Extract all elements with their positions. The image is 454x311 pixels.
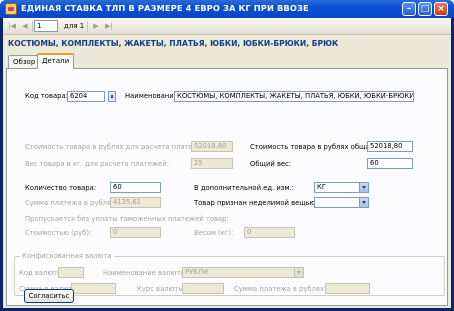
currency-group-title: Конфискованная валюта bbox=[20, 252, 114, 261]
nav-separator bbox=[87, 21, 88, 32]
record-position-input[interactable]: 1 bbox=[34, 20, 58, 32]
code-input[interactable]: 6204 bbox=[67, 91, 105, 102]
cost-total-input[interactable]: 52018,80 bbox=[367, 141, 413, 152]
exempt-label: Пропускается без уплаты таможенных плате… bbox=[25, 215, 229, 223]
extra-unit-select[interactable]: КГ bbox=[314, 182, 369, 193]
currency-rub-input bbox=[325, 283, 370, 294]
agree-button[interactable]: Согласитьс bbox=[24, 289, 74, 303]
weight-total-label: Общий вес: bbox=[250, 160, 292, 168]
close-icon[interactable]: × bbox=[434, 2, 448, 16]
currency-amount-input bbox=[71, 283, 116, 294]
client-area: |◀ ◀ 1 для 1 ▶ ▶| КОСТЮМЫ, КОМПЛЕКТЫ, ЖА… bbox=[3, 18, 451, 308]
minimize-icon[interactable]: – bbox=[402, 2, 416, 16]
prev-record-icon[interactable]: ◀ bbox=[19, 20, 31, 32]
extra-unit-value: КГ bbox=[317, 183, 326, 191]
exempt-cost-label: Стоимостью (руб): bbox=[25, 229, 92, 237]
lookup-icon[interactable] bbox=[108, 91, 116, 102]
chevron-down-icon[interactable] bbox=[359, 198, 368, 207]
cost-calc-input: 52018,80 bbox=[191, 141, 233, 152]
record-navigator: |◀ ◀ 1 для 1 ▶ ▶| bbox=[3, 18, 451, 35]
last-record-icon[interactable]: ▶| bbox=[103, 20, 115, 32]
qty-label: Количество товара: bbox=[25, 184, 97, 192]
payment-sum-label: Сумма платежа в рублях: bbox=[25, 199, 118, 207]
name-input[interactable]: КОСТЮМЫ, КОМПЛЕКТЫ, ЖАКЕТЫ, ПЛАТЬЯ, ЮБКИ… bbox=[174, 91, 414, 102]
currency-name-value: РУБЛИ bbox=[185, 268, 209, 276]
tab-overview[interactable]: Обзор bbox=[8, 55, 41, 68]
currency-name-select: РУБЛИ bbox=[182, 267, 304, 278]
next-record-icon[interactable]: ▶ bbox=[90, 20, 102, 32]
cost-total-label: Стоимость товара в рублях общая: bbox=[250, 143, 376, 151]
extra-unit-label: В дополнительной ед. изм.: bbox=[194, 184, 294, 192]
currency-name-label: Наименование валюты: bbox=[103, 269, 188, 277]
inseparable-label: Товар признан неделимой вещью: bbox=[194, 199, 318, 207]
details-panel: Код товара: 6204 Наименование: КОСТЮМЫ, … bbox=[6, 68, 448, 306]
maximize-icon[interactable]: □ bbox=[418, 2, 432, 16]
currency-code-input bbox=[58, 267, 84, 278]
currency-rub-label: Сумма платежа в рублях: bbox=[234, 285, 327, 293]
page-heading: КОСТЮМЫ, КОМПЛЕКТЫ, ЖАКЕТЫ, ПЛАТЬЯ, ЮБКИ… bbox=[8, 39, 339, 48]
app-icon bbox=[5, 3, 17, 15]
payment-sum-input: 4125,61 bbox=[110, 197, 161, 208]
exempt-cost-input: 0 bbox=[110, 227, 161, 238]
currency-rate-label: Курс валюты: bbox=[137, 285, 186, 293]
exempt-weight-input: 0 bbox=[244, 227, 295, 238]
title-bar[interactable]: ЕДИНАЯ СТАВКА ТЛП В РАЗМЕРЕ 4 ЕВРО ЗА КГ… bbox=[0, 0, 454, 18]
tab-details[interactable]: Детали bbox=[37, 53, 75, 69]
chevron-down-icon bbox=[294, 268, 303, 277]
first-record-icon[interactable]: |◀ bbox=[6, 20, 18, 32]
name-label: Наименование: bbox=[125, 92, 181, 100]
qty-input[interactable]: 60 bbox=[110, 182, 161, 193]
record-count-label: для 1 bbox=[64, 22, 85, 30]
weight-calc-input: 25 bbox=[191, 158, 233, 169]
code-label: Код товара: bbox=[25, 92, 68, 100]
app-window: ЕДИНАЯ СТАВКА ТЛП В РАЗМЕРЕ 4 ЕВРО ЗА КГ… bbox=[0, 0, 454, 311]
chevron-down-icon[interactable] bbox=[359, 183, 368, 192]
nav-separator bbox=[32, 21, 33, 32]
weight-total-input[interactable]: 60 bbox=[367, 158, 413, 169]
exempt-weight-label: Весом (кг): bbox=[194, 229, 234, 237]
inseparable-select[interactable] bbox=[314, 197, 369, 208]
window-title: ЕДИНАЯ СТАВКА ТЛП В РАЗМЕРЕ 4 ЕВРО ЗА КГ… bbox=[21, 3, 309, 13]
weight-calc-label: Вес товара в кг. для расчета платежей: bbox=[25, 160, 169, 168]
currency-rate-input bbox=[182, 283, 224, 294]
cost-calc-label: Стоимость товара в рублях для расчета пл… bbox=[25, 143, 210, 151]
